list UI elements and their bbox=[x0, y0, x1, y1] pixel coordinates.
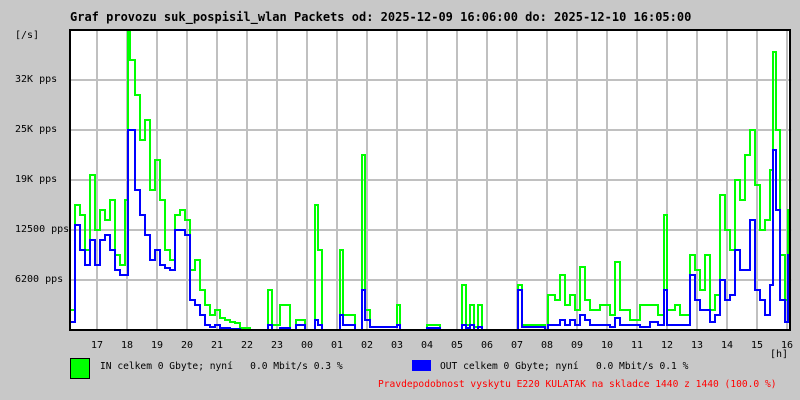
x-tick-label: 10 bbox=[600, 340, 614, 351]
x-tick-label: 22 bbox=[240, 340, 254, 351]
x-tick-label: 15 bbox=[750, 340, 764, 351]
legend-note: Pravdepodobnost vyskytu E220 KULATAK na … bbox=[378, 379, 777, 390]
x-tick-label: 04 bbox=[420, 340, 434, 351]
x-tick-label: 14 bbox=[720, 340, 734, 351]
x-tick-label: 13 bbox=[690, 340, 704, 351]
x-tick-label: 19 bbox=[150, 340, 164, 351]
x-tick-label: 08 bbox=[540, 340, 554, 351]
x-tick-label: 01 bbox=[330, 340, 344, 351]
x-tick-label: 21 bbox=[210, 340, 224, 351]
y-tick-label: 12500 pps bbox=[15, 224, 70, 235]
x-tick-label: 03 bbox=[390, 340, 404, 351]
legend-out-text: OUT celkem 0 Gbyte; nyní 0.0 Mbit/s 0.1 … bbox=[440, 361, 689, 372]
x-tick-label: 02 bbox=[360, 340, 374, 351]
x-tick-label: 06 bbox=[480, 340, 494, 351]
x-tick-label: 00 bbox=[300, 340, 314, 351]
x-tick-label: 11 bbox=[630, 340, 644, 351]
x-tick-label: 23 bbox=[270, 340, 284, 351]
y-tick-label: 32K pps bbox=[15, 74, 58, 85]
x-tick-label: 07 bbox=[510, 340, 524, 351]
legend-in-text: IN celkem 0 Gbyte; nyní 0.0 Mbit/s 0.3 % bbox=[100, 361, 343, 372]
y-tick-label: 6200 pps bbox=[15, 274, 64, 285]
legend-out-swatch bbox=[412, 360, 431, 371]
y-tick-label: 25K pps bbox=[15, 124, 58, 135]
x-tick-label: 09 bbox=[570, 340, 584, 351]
x-tick-label: 20 bbox=[180, 340, 194, 351]
x-tick-label: 18 bbox=[120, 340, 134, 351]
x-tick-label: 12 bbox=[660, 340, 674, 351]
x-tick-label: 17 bbox=[90, 340, 104, 351]
x-tick-label: 05 bbox=[450, 340, 464, 351]
y-tick-label: 19K pps bbox=[15, 174, 58, 185]
legend-in-swatch bbox=[70, 358, 90, 379]
x-tick-label: 16 bbox=[780, 340, 794, 351]
